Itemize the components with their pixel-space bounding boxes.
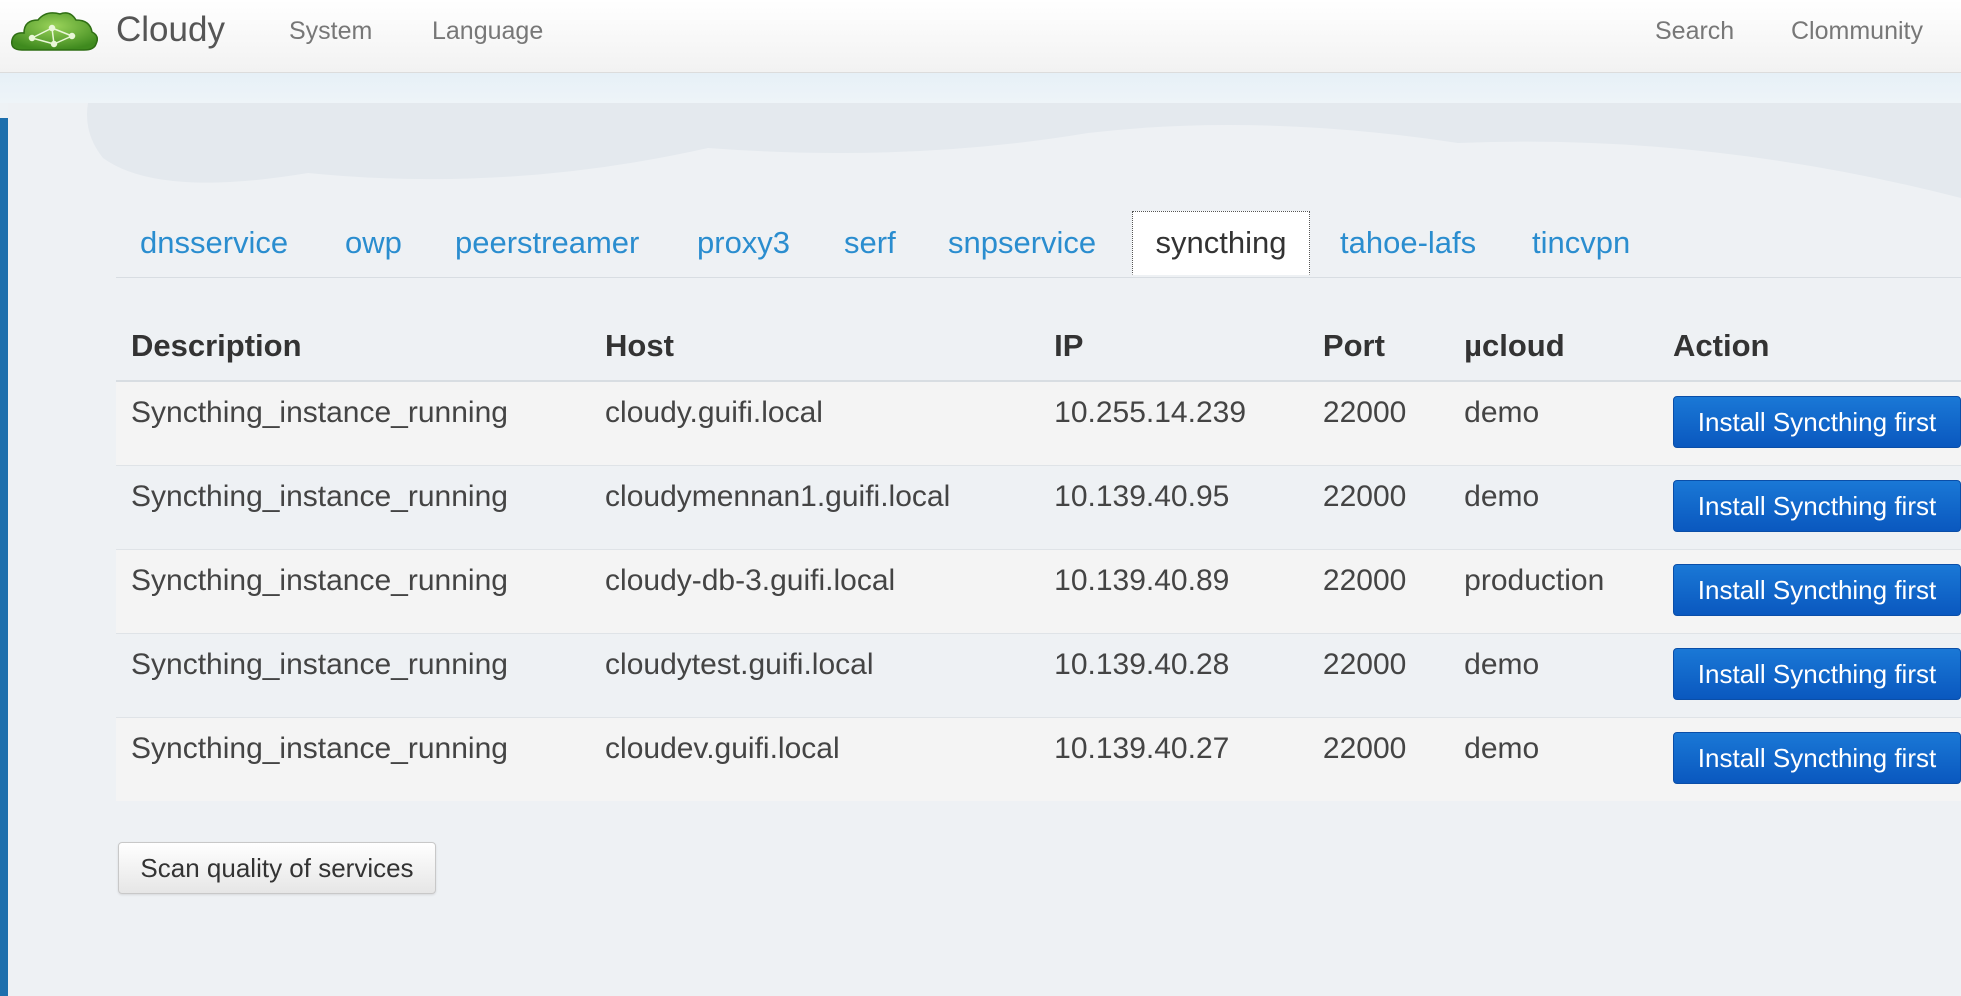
tab-proxy3[interactable]: proxy3: [697, 211, 790, 275]
cell-host: cloudymennan1.guifi.local: [590, 464, 1040, 549]
column-header-port: Port: [1307, 312, 1450, 382]
cell-action: Install Syncthing first: [1658, 548, 1961, 633]
nav-community[interactable]: Clommunity: [1791, 16, 1923, 46]
tab-snpservice[interactable]: snpservice: [948, 211, 1096, 275]
cell-description: Syncthing_instance_running: [116, 632, 591, 717]
table-row: Syncthing_instance_running cloudev.guifi…: [116, 716, 1961, 801]
cell-action: Install Syncthing first: [1658, 380, 1961, 465]
table-row: Syncthing_instance_running cloudytest.gu…: [116, 632, 1961, 717]
cell-action: Install Syncthing first: [1658, 464, 1961, 549]
cell-host: cloudev.guifi.local: [590, 716, 1040, 801]
cell-ucloud: demo: [1449, 380, 1658, 465]
tab-serf[interactable]: serf: [844, 211, 896, 275]
tab-peerstreamer[interactable]: peerstreamer: [455, 211, 639, 275]
cell-port: 22000: [1307, 716, 1450, 801]
nav-system[interactable]: System: [289, 16, 372, 46]
cell-port: 22000: [1307, 380, 1450, 465]
table-row: Syncthing_instance_running cloudy.guifi.…: [116, 380, 1961, 465]
install-syncthing-button[interactable]: Install Syncthing first: [1673, 396, 1961, 448]
column-header-action: Action: [1658, 312, 1961, 382]
table-row: Syncthing_instance_running cloudymennan1…: [116, 464, 1961, 549]
cell-action: Install Syncthing first: [1658, 632, 1961, 717]
cell-ip: 10.139.40.89: [1039, 548, 1308, 633]
column-header-description: Description: [116, 312, 591, 382]
cell-ip: 10.139.40.28: [1039, 632, 1308, 717]
services-table: Description Host IP Port µcloud Action S…: [116, 312, 1961, 801]
cell-description: Syncthing_instance_running: [116, 380, 591, 465]
cell-ip: 10.255.14.239: [1039, 380, 1308, 465]
cell-description: Syncthing_instance_running: [116, 716, 591, 801]
cell-description: Syncthing_instance_running: [116, 548, 591, 633]
table-row: Syncthing_instance_running cloudy-db-3.g…: [116, 548, 1961, 633]
column-header-host: Host: [590, 312, 1040, 382]
nav-language[interactable]: Language: [432, 16, 543, 46]
column-header-ip: IP: [1039, 312, 1308, 382]
cell-host: cloudytest.guifi.local: [590, 632, 1040, 717]
cell-port: 22000: [1307, 548, 1450, 633]
top-navbar: Cloudy System Language Search Clommunity: [0, 0, 1961, 73]
install-syncthing-button[interactable]: Install Syncthing first: [1673, 479, 1961, 532]
tab-syncthing[interactable]: syncthing: [1132, 211, 1310, 275]
install-syncthing-button[interactable]: Install Syncthing first: [1673, 647, 1961, 700]
cell-ip: 10.139.40.95: [1039, 464, 1308, 549]
cloud-logo-icon[interactable]: [8, 6, 98, 58]
cell-host: cloudy-db-3.guifi.local: [590, 548, 1040, 633]
tab-tahoe-lafs[interactable]: tahoe-lafs: [1340, 211, 1476, 275]
cell-port: 22000: [1307, 632, 1450, 717]
column-header-ucloud: µcloud: [1449, 312, 1658, 382]
nav-search[interactable]: Search: [1655, 16, 1734, 46]
cell-ip: 10.139.40.27: [1039, 716, 1308, 801]
install-syncthing-button[interactable]: Install Syncthing first: [1673, 563, 1961, 616]
tab-tincvpn[interactable]: tincvpn: [1532, 211, 1630, 275]
left-accent-bar: [0, 118, 8, 996]
cell-port: 22000: [1307, 464, 1450, 549]
cell-description: Syncthing_instance_running: [116, 464, 591, 549]
service-tabs: dnsservice owp peerstreamer proxy3 serf …: [116, 211, 1961, 278]
subheader-strip: [0, 73, 1961, 103]
cell-action: Install Syncthing first: [1658, 716, 1961, 801]
cell-ucloud: demo: [1449, 464, 1658, 549]
cell-ucloud: demo: [1449, 716, 1658, 801]
tab-dnsservice[interactable]: dnsservice: [140, 211, 288, 275]
cell-ucloud: production: [1449, 548, 1658, 633]
cell-host: cloudy.guifi.local: [590, 380, 1040, 465]
cell-ucloud: demo: [1449, 632, 1658, 717]
install-syncthing-button[interactable]: Install Syncthing first: [1673, 731, 1961, 784]
scan-quality-button[interactable]: Scan quality of services: [118, 842, 436, 894]
tab-owp[interactable]: owp: [345, 211, 402, 275]
brand-name[interactable]: Cloudy: [116, 10, 225, 50]
table-header-row: Description Host IP Port µcloud Action: [116, 312, 1961, 382]
